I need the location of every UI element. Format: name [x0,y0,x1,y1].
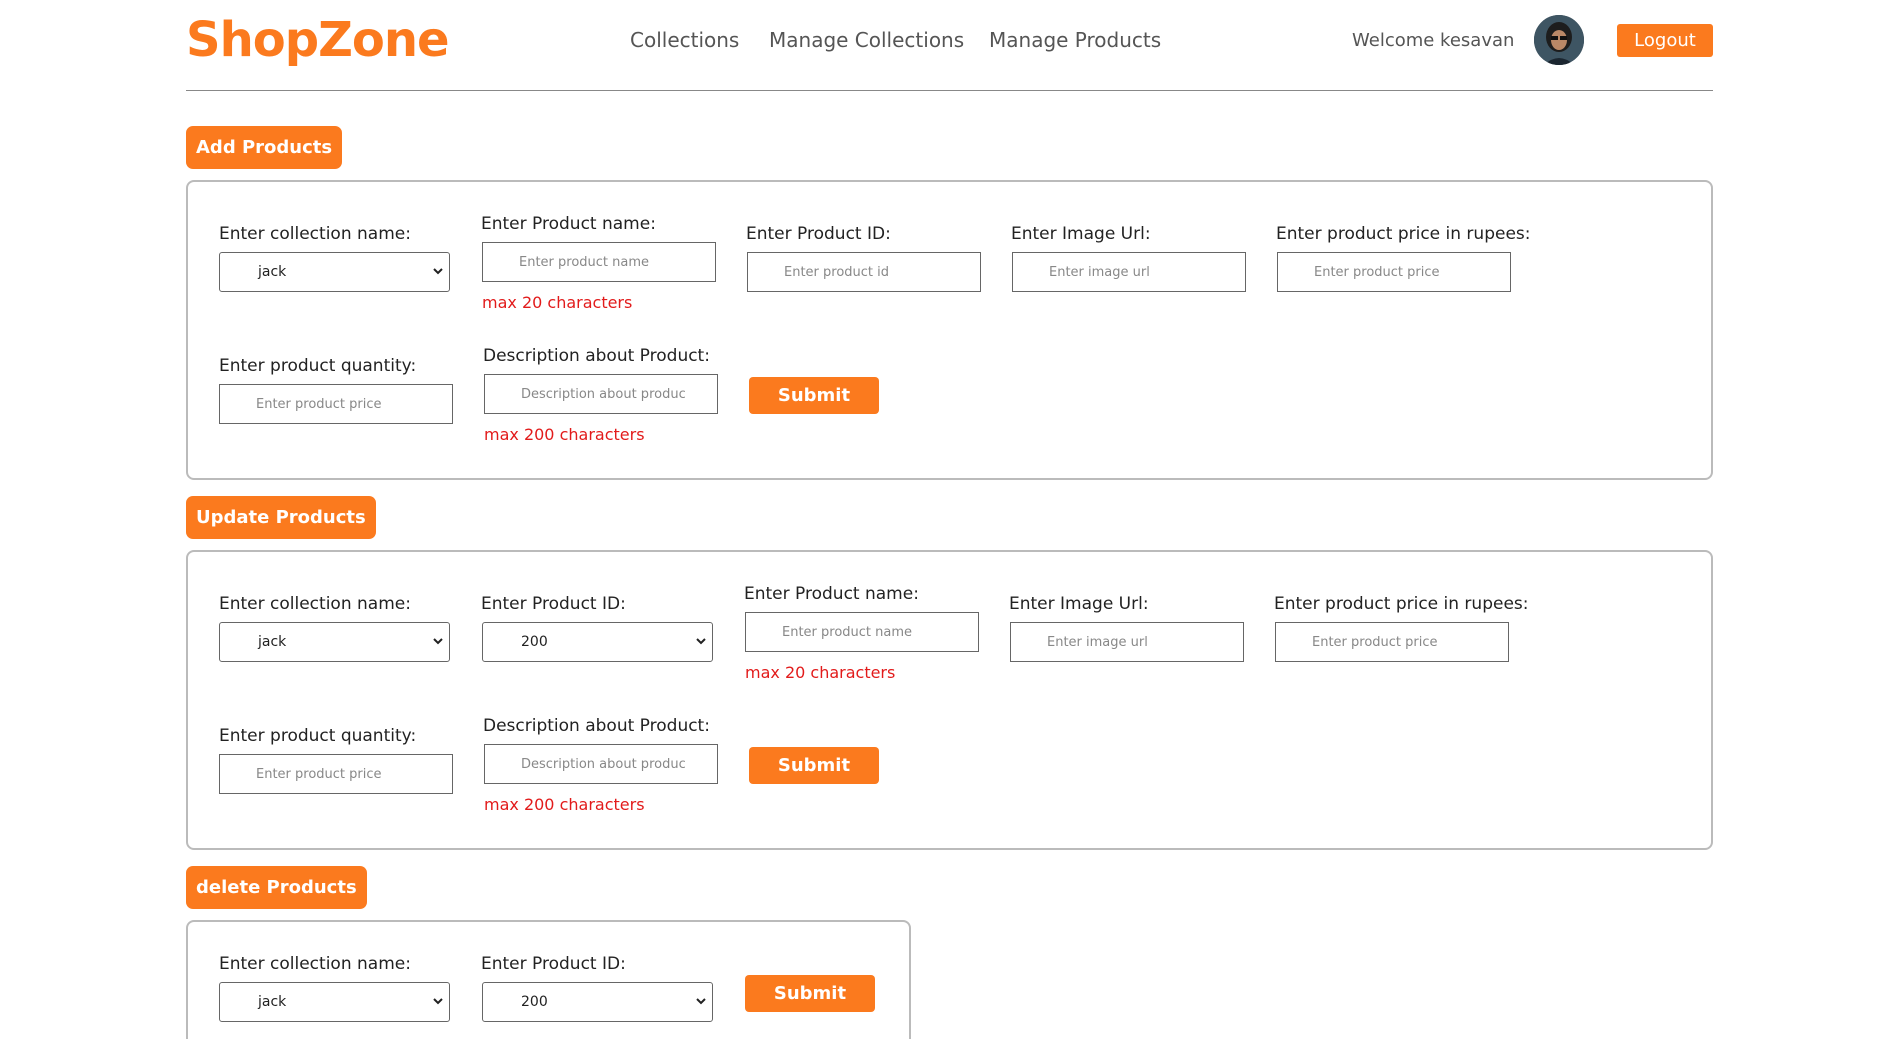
delete-collection-label: Enter collection name: [219,954,411,974]
add-qty-label: Enter product quantity: [219,356,417,376]
add-image-label: Enter Image Url: [1011,224,1151,244]
nav-manage-collections[interactable]: Manage Collections [769,28,964,52]
update-description-input[interactable]: Description about produc [484,744,718,784]
add-name-label: Enter Product name: [481,214,656,234]
add-desc-label: Description about Product: [483,346,710,366]
update-products-title: Update Products [186,496,376,539]
add-collection-value: jack [258,264,287,280]
update-id-label: Enter Product ID: [481,594,626,614]
delete-collection-value: jack [258,994,287,1010]
add-quantity-input[interactable]: Enter product price [219,384,453,424]
chevron-down-icon [696,638,706,645]
user-avatar-icon [1534,15,1584,65]
update-name-hint: max 20 characters [745,663,896,682]
update-product-name-input[interactable]: Enter product name [745,612,979,652]
add-image-url-input[interactable]: Enter image url [1012,252,1246,292]
update-desc-label: Description about Product: [483,716,710,736]
add-products-title: Add Products [186,126,343,169]
delete-collection-select[interactable]: jack [219,982,450,1022]
update-desc-hint: max 200 characters [484,795,645,814]
add-submit-button[interactable]: Submit [749,377,879,414]
update-id-select[interactable]: 200 [482,622,713,662]
avatar[interactable] [1534,15,1584,65]
nav-manage-products[interactable]: Manage Products [989,28,1161,52]
delete-id-select[interactable]: 200 [482,982,713,1022]
add-description-input[interactable]: Description about produc [484,374,718,414]
add-collection-select[interactable]: jack [219,252,450,292]
add-id-label: Enter Product ID: [746,224,891,244]
update-quantity-input[interactable]: Enter product price [219,754,453,794]
update-name-label: Enter Product name: [744,584,919,604]
header-divider [186,90,1713,91]
update-collection-select[interactable]: jack [219,622,450,662]
update-collection-value: jack [258,634,287,650]
update-image-url-input[interactable]: Enter image url [1010,622,1244,662]
add-price-input[interactable]: Enter product price [1277,252,1511,292]
add-price-label: Enter product price in rupees: [1276,224,1531,244]
delete-products-title: delete Products [186,866,367,909]
delete-id-label: Enter Product ID: [481,954,626,974]
delete-id-value: 200 [521,994,548,1010]
add-product-id-input[interactable]: Enter product id [747,252,981,292]
update-qty-label: Enter product quantity: [219,726,417,746]
chevron-down-icon [433,998,443,1005]
logo[interactable]: ShopZone [186,12,450,68]
update-collection-label: Enter collection name: [219,594,411,614]
add-desc-hint: max 200 characters [484,425,645,444]
add-collection-label: Enter collection name: [219,224,411,244]
update-price-label: Enter product price in rupees: [1274,594,1529,614]
update-price-input[interactable]: Enter product price [1275,622,1509,662]
logout-button[interactable]: Logout [1617,24,1713,57]
add-name-hint: max 20 characters [482,293,633,312]
chevron-down-icon [433,268,443,275]
nav-collections[interactable]: Collections [630,28,739,52]
update-image-label: Enter Image Url: [1009,594,1149,614]
chevron-down-icon [433,638,443,645]
add-product-name-input[interactable]: Enter product name [482,242,716,282]
welcome-text: Welcome kesavan [1352,30,1515,51]
update-submit-button[interactable]: Submit [749,747,879,784]
delete-submit-button[interactable]: Submit [745,975,875,1012]
chevron-down-icon [696,998,706,1005]
update-id-value: 200 [521,634,548,650]
